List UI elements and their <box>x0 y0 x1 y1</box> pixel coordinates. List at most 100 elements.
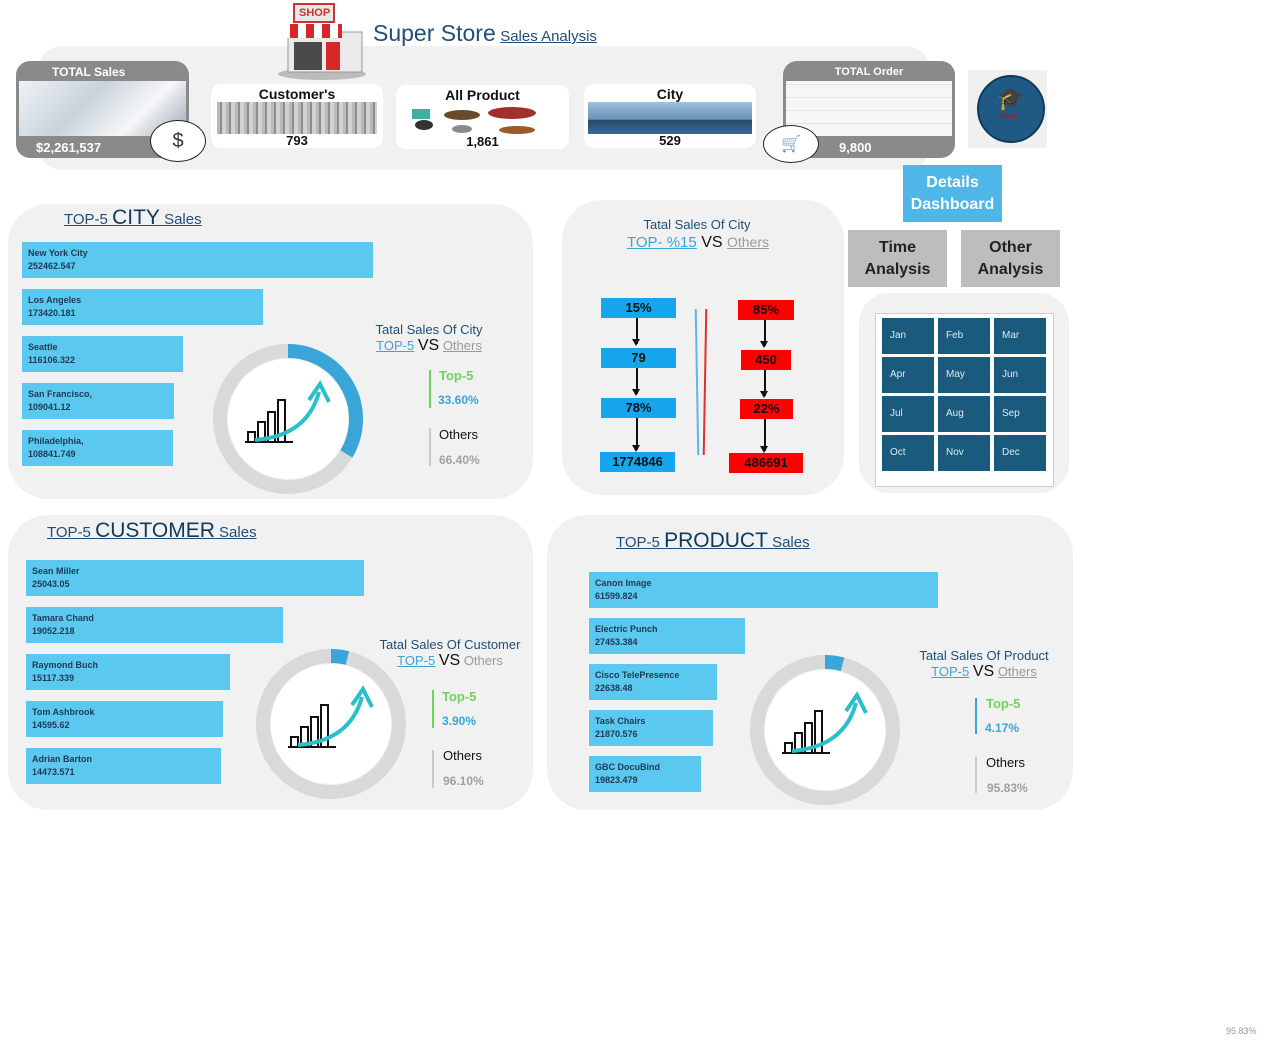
shop-sign: SHOP <box>299 7 331 19</box>
college-logo: 🎓 College <box>968 70 1047 148</box>
kpi-total-sales-value: $2,261,537 <box>36 140 102 155</box>
customer-bar-label: Tamara Chand 19052.218 <box>32 612 94 638</box>
other-analysis-button[interactable]: Other Analysis <box>961 230 1060 287</box>
shop-icon: SHOP <box>268 2 376 82</box>
customer-others-label: Others <box>443 748 483 763</box>
month-apr[interactable]: Apr <box>882 357 934 393</box>
product-others-label: Others <box>986 755 1026 770</box>
zoom-level: 95.83% <box>1226 1026 1257 1036</box>
graduation-cap-icon: 🎓 <box>997 86 1025 111</box>
kpi-total-order-value: 9,800 <box>839 140 872 155</box>
city-others-line <box>429 428 431 466</box>
month-may[interactable]: May <box>938 357 990 393</box>
city-others-value: 66.40% <box>439 453 480 467</box>
customer-bar[interactable]: Adrian Barton 14473.571 <box>26 748 221 784</box>
page-title: Super Store Sales Analysis <box>373 20 597 47</box>
customer-bar[interactable]: Raymond Buch 15117.339 <box>26 654 230 690</box>
funnel-subtitle: TOP- %15 VS Others <box>626 234 769 251</box>
month-dec[interactable]: Dec <box>994 435 1046 471</box>
product-bar-value: 21870.576 <box>595 729 638 739</box>
product-bar-label: GBC DocuBind 19823.479 <box>595 761 660 787</box>
product-bar-label: Task Chairs 21870.576 <box>595 715 645 741</box>
funnel-top-sales: 1774846 <box>600 452 675 472</box>
funnel-arrow <box>761 320 767 348</box>
product-bar[interactable]: Task Chairs 21870.576 <box>589 710 713 746</box>
customer-bar-label: Adrian Barton 14473.571 <box>32 753 92 779</box>
month-sep[interactable]: Sep <box>994 396 1046 432</box>
month-jan[interactable]: Jan <box>882 318 934 354</box>
funnel-arrow <box>761 419 767 453</box>
city-bar[interactable]: Seattle 116106.322 <box>22 336 183 372</box>
customer-bar[interactable]: Tamara Chand 19052.218 <box>26 607 283 643</box>
customer-others-value: 96.10% <box>443 774 484 788</box>
customer-bar-category: Tamara Chand <box>32 613 94 623</box>
funnel-top-count: 79 <box>601 348 676 368</box>
product-bar-value: 27453.384 <box>595 637 638 647</box>
month-jun[interactable]: Jun <box>994 357 1046 393</box>
kpi-products: All Product 1,861 <box>396 85 569 149</box>
city-bar[interactable]: Philadelphia, 108841.749 <box>22 430 173 466</box>
product-bar[interactable]: GBC DocuBind 19823.479 <box>589 756 701 792</box>
time-analysis-button[interactable]: Time Analysis <box>848 230 947 287</box>
city-bar-category: New York City <box>28 248 88 258</box>
funnel-top-share: 78% <box>601 398 676 418</box>
kpi-customers-label: Customer's <box>258 86 336 102</box>
customer-bar[interactable]: Tom Ashbrook 14595.62 <box>26 701 223 737</box>
product-others-line <box>975 757 977 793</box>
month-jul[interactable]: Jul <box>882 396 934 432</box>
page-subtitle: Sales Analysis <box>500 28 597 45</box>
kpi-customers: Customer's 793 <box>211 84 383 148</box>
kpi-city-label: City <box>656 86 684 102</box>
customer-bar[interactable]: Sean Miller 25043.05 <box>26 560 364 596</box>
funnel-others-share: 22% <box>740 399 793 419</box>
customer-donut-center <box>271 664 391 784</box>
city-donut-center <box>228 359 348 479</box>
month-oct[interactable]: Oct <box>882 435 934 471</box>
product-donut <box>748 653 902 807</box>
product-donut-center <box>765 670 885 790</box>
crowd-photo <box>217 102 377 134</box>
product-top-value: 4.17% <box>985 721 1020 735</box>
customer-bar-category: Adrian Barton <box>32 754 93 764</box>
month-nov[interactable]: Nov <box>938 435 990 471</box>
product-bar-category: GBC DocuBind <box>595 762 660 772</box>
funnel-arrow <box>633 318 639 346</box>
kpi-city-value: 529 <box>659 133 681 148</box>
funnel-others-count: 450 <box>741 350 791 370</box>
logo-text: College <box>998 114 1019 120</box>
product-top-line <box>975 698 977 734</box>
month-aug[interactable]: Aug <box>938 396 990 432</box>
kpi-products-value: 1,861 <box>466 134 499 149</box>
city-donut <box>211 342 365 496</box>
product-others-value: 95.83% <box>987 781 1028 795</box>
kpi-city: City 529 <box>584 84 756 148</box>
product-bar[interactable]: Electric Punch 27453.384 <box>589 618 745 654</box>
city-bar-label: Los Angeles 173420.181 <box>28 294 81 320</box>
city-bar-category: Philadelphia, <box>28 436 84 446</box>
product-section-title: TOP-5 PRODUCT Sales <box>616 529 810 552</box>
city-donut-svg <box>213 344 363 494</box>
city-bar-label: Philadelphia, 108841.749 <box>28 435 84 461</box>
kpi-total-order-label: TOTAL Order <box>834 66 904 78</box>
customer-bar-category: Sean Miller <box>32 566 80 576</box>
city-section-title: TOP-5 CITY Sales <box>64 206 202 229</box>
customer-bar-label: Tom Ashbrook 14595.62 <box>32 706 95 732</box>
city-bar[interactable]: Los Angeles 173420.181 <box>22 289 263 325</box>
month-grid: Jan Feb Mar Apr May Jun Jul Aug Sep Oct … <box>875 313 1054 487</box>
details-dashboard-button[interactable]: Details Dashboard <box>903 165 1002 222</box>
product-bar[interactable]: Cisco TelePresence 22638.48 <box>589 664 717 700</box>
city-bar[interactable]: San Francisco, 109041.12 <box>22 383 174 419</box>
month-mar[interactable]: Mar <box>994 318 1046 354</box>
city-top-line <box>429 370 431 408</box>
customer-top-value: 3.90% <box>442 714 477 728</box>
calendar-photo <box>786 81 952 136</box>
customer-donut-slice-top5[interactable] <box>330 649 350 665</box>
product-bar-value: 22638.48 <box>595 683 633 693</box>
product-donut-slice-top5[interactable] <box>824 655 845 672</box>
city-top-label: Top-5 <box>439 368 474 383</box>
product-bar[interactable]: Canon Image 61599.824 <box>589 572 938 608</box>
month-feb[interactable]: Feb <box>938 318 990 354</box>
funnel-arrow <box>633 418 639 452</box>
product-bar-label: Electric Punch 27453.384 <box>595 623 658 649</box>
city-bar[interactable]: New York City 252462.547 <box>22 242 373 278</box>
